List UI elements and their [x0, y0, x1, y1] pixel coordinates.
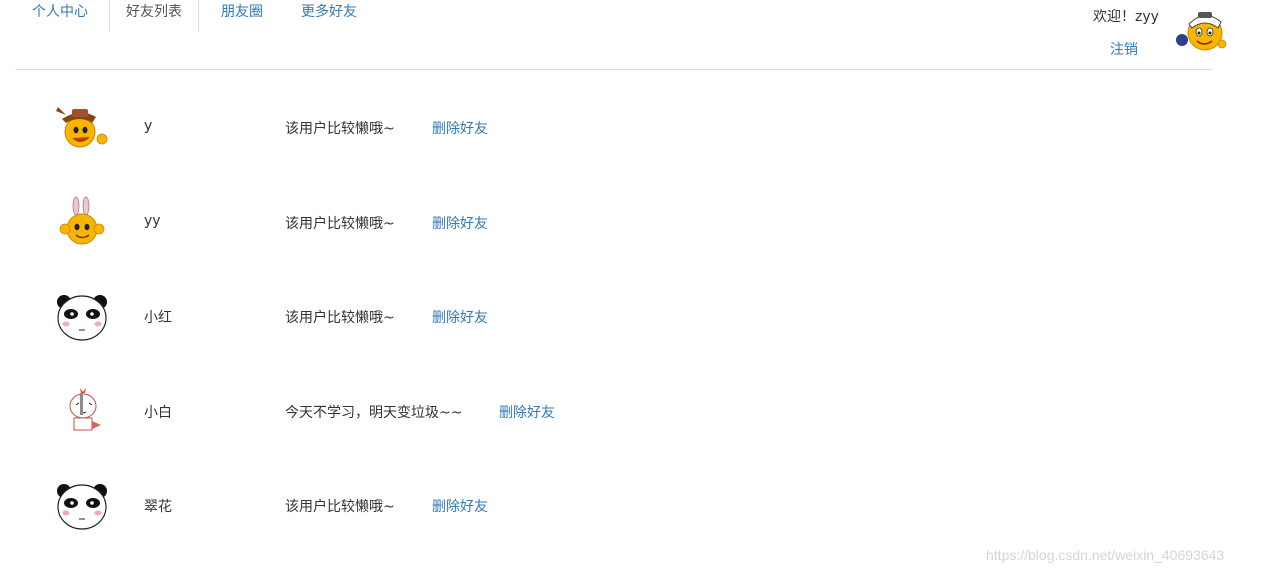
delete-friend-link[interactable]: 删除好友 [432, 307, 488, 327]
header-avatar[interactable] [1172, 6, 1232, 56]
friend-name: 小白 [144, 405, 172, 421]
friend-row: 翠花 该用户比较懒哦~ 删除好友 [0, 470, 1267, 540]
friend-name: yy [144, 213, 161, 229]
friend-signature: 该用户比较懒哦~ [285, 310, 395, 326]
bunny-emoji-icon [59, 196, 105, 245]
friend-row: yy 该用户比较懒哦~ 删除好友 [0, 187, 1267, 257]
tab-friend-list[interactable]: 好友列表 [109, 0, 199, 32]
nav-tabs: 个人中心 好友列表 朋友圈 更多好友 [15, 0, 1212, 70]
welcome-text: 欢迎！zyy [1093, 9, 1159, 25]
emoji-sticker-icon [1176, 12, 1227, 51]
watermark-text: https://blog.csdn.net/weixin_40693643 [986, 547, 1225, 563]
tab-moments[interactable]: 朋友圈 [204, 0, 280, 32]
friend-name: 小红 [144, 310, 172, 326]
panda-face-icon [57, 484, 107, 530]
panda-face-icon [57, 295, 107, 341]
cartoon-knife-icon [69, 388, 101, 431]
cowboy-emoji-icon [56, 107, 108, 148]
friend-signature: 今天不学习，明天变垃圾~~ [285, 405, 463, 421]
friend-avatar [59, 196, 105, 245]
friend-avatar [57, 484, 107, 530]
logout-link[interactable]: 注销 [1110, 39, 1138, 59]
friend-row: 小白 今天不学习，明天变垃圾~~ 删除好友 [0, 376, 1267, 446]
delete-friend-link[interactable]: 删除好友 [432, 118, 488, 138]
delete-friend-link[interactable]: 删除好友 [432, 213, 488, 233]
friend-avatar [57, 295, 107, 341]
friend-row: 小红 该用户比较懒哦~ 删除好友 [0, 281, 1267, 351]
delete-friend-link[interactable]: 删除好友 [499, 402, 555, 422]
delete-friend-link[interactable]: 删除好友 [432, 496, 488, 516]
tab-more-friends[interactable]: 更多好友 [284, 0, 374, 32]
friend-signature: 该用户比较懒哦~ [285, 499, 395, 515]
friend-avatar [56, 107, 108, 148]
tab-personal-center[interactable]: 个人中心 [15, 0, 105, 32]
friend-list-page: 个人中心 好友列表 朋友圈 更多好友 欢迎！zyy 注销 y 该用户比较懒哦~ … [0, 0, 1267, 575]
friend-name: 翠花 [144, 499, 172, 515]
friend-name: y [144, 118, 153, 134]
friend-signature: 该用户比较懒哦~ [285, 216, 395, 232]
friend-signature: 该用户比较懒哦~ [285, 121, 395, 137]
friend-row: y 该用户比较懒哦~ 删除好友 [0, 92, 1267, 162]
friend-avatar [69, 388, 101, 431]
